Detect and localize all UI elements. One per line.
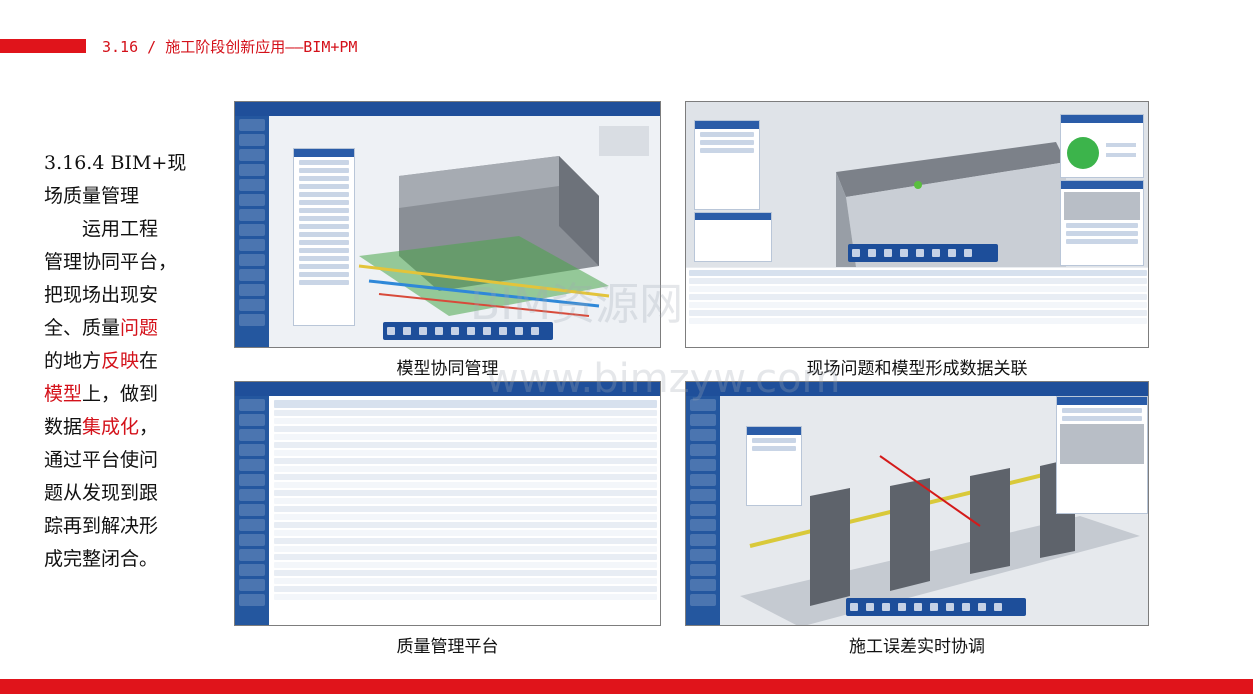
coordination-tree-panel xyxy=(746,426,802,506)
body-line-2: 管理协同平台， xyxy=(44,251,178,273)
body-line-3: 把现场出现安 xyxy=(44,284,159,306)
caption-model-collaboration: 模型协同管理 xyxy=(396,359,499,379)
caption-quality-platform: 质量管理平台 xyxy=(396,637,499,657)
issue-detail-panel xyxy=(1056,396,1148,514)
app-sidebar xyxy=(235,116,269,347)
section-text: 3.16.4 BIM+现 场质量管理 运用工程 管理协同平台， 把现场出现安 全… xyxy=(44,147,212,576)
body-line-5: 的地方反映在 xyxy=(44,350,159,372)
body-line-4: 全、质量问题 xyxy=(44,317,159,339)
highlight-model: 模型 xyxy=(44,383,83,405)
body-line-7: 数据集成化， xyxy=(44,416,159,438)
section-title-line1: 3.16.4 BIM+现 xyxy=(44,152,187,174)
screenshot-model-collaboration xyxy=(234,101,661,348)
screenshot-quality-platform xyxy=(234,381,661,626)
body-line-11: 成完整闭合。 xyxy=(44,548,159,570)
highlight-integration: 集成化 xyxy=(82,416,140,438)
body-line-1: 运用工程 xyxy=(82,218,159,240)
caption-deviation-coordination: 施工误差实时协调 xyxy=(849,637,985,657)
section-view-panel xyxy=(694,212,772,262)
app-header xyxy=(235,102,660,116)
body-line-8: 通过平台使问 xyxy=(44,449,159,471)
caption-issue-data-link: 现场问题和模型形成数据关联 xyxy=(806,359,1028,379)
view-toolbar-2 xyxy=(848,244,998,262)
footer-accent-bar xyxy=(0,679,1253,694)
screenshot-issue-data-link xyxy=(685,101,1149,348)
view-toolbar-4 xyxy=(846,598,1026,616)
issue-table xyxy=(686,268,1148,347)
app-sidebar-4 xyxy=(686,396,720,625)
app-header-4 xyxy=(686,382,1148,396)
issue-stats-panel xyxy=(1060,114,1144,178)
section-title-line2: 场质量管理 xyxy=(44,185,140,207)
header-accent-bar xyxy=(0,39,86,53)
screenshot-deviation-coordination xyxy=(685,381,1149,626)
issue-tree-panel xyxy=(694,120,760,210)
highlight-reflect: 反映 xyxy=(101,350,140,372)
view-toolbar xyxy=(383,322,553,340)
highlight-problem: 问题 xyxy=(120,317,159,339)
issue-photo-panel xyxy=(1060,180,1144,266)
quality-table xyxy=(271,398,660,623)
page-title: 3.16 / 施工阶段创新应用——BIM+PM xyxy=(102,38,358,56)
app-sidebar-3 xyxy=(235,396,269,625)
model-tree-panel xyxy=(293,148,355,326)
body-line-6: 模型上，做到 xyxy=(44,383,159,405)
body-line-9: 题从发现到跟 xyxy=(44,482,159,504)
app-header-3 xyxy=(235,382,660,396)
body-line-10: 踪再到解决形 xyxy=(44,515,159,537)
